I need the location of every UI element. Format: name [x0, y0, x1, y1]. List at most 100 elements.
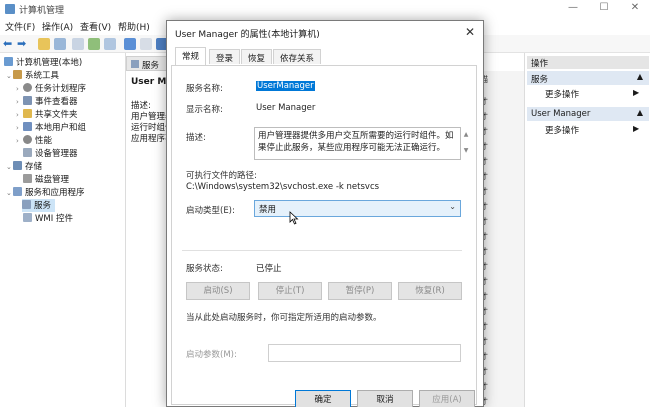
startup-type-select[interactable]: 禁用 ⌄ — [254, 200, 461, 217]
console-tree-icon[interactable] — [54, 38, 66, 50]
forward-icon[interactable]: ➡ — [17, 38, 29, 50]
tab-logon[interactable]: 登录 — [209, 49, 241, 64]
tree-item-services[interactable]: 服务 — [22, 199, 56, 212]
back-icon[interactable]: ⬅ — [3, 38, 15, 50]
dialog-tabs: 常规 登录 恢复 依存关系 — [171, 47, 471, 65]
tree-item-storage[interactable]: ⌄ 存储 — [6, 160, 42, 173]
ok-button[interactable]: 确定 — [295, 390, 351, 407]
chevron-down-icon[interactable]: ⌄ — [6, 163, 13, 171]
chevron-right-icon[interactable]: › — [16, 98, 23, 106]
shared-folder-icon — [23, 109, 32, 118]
computer-management-icon — [5, 4, 15, 14]
collapse-up-icon[interactable]: ▲ — [637, 72, 643, 81]
maximize-icon[interactable]: ☐ — [597, 2, 611, 14]
apply-button[interactable]: 应用(A) — [419, 390, 475, 407]
tools-icon — [13, 70, 22, 79]
actions-header: 操作 — [527, 56, 649, 69]
start-params-label: 启动参数(M): — [186, 350, 237, 360]
start-params-input[interactable] — [268, 344, 461, 362]
users-icon — [23, 122, 32, 131]
device-manager-icon — [23, 148, 32, 157]
tree-item-system-tools[interactable]: ⌄ 系统工具 — [6, 69, 59, 82]
tree-item-performance[interactable]: › 性能 — [16, 134, 52, 147]
description-scrollbar[interactable]: ▲ ▼ — [462, 127, 470, 160]
resume-button[interactable]: 恢复(R) — [398, 282, 462, 300]
performance-icon — [23, 135, 32, 144]
tree-item-services-apps[interactable]: ⌄ 服务和应用程序 — [6, 186, 85, 199]
service-status-value: 已停止 — [256, 264, 282, 274]
tab-dependencies[interactable]: 依存关系 — [273, 49, 322, 64]
menu-action[interactable]: 操作(A) — [42, 20, 73, 33]
export-icon[interactable] — [104, 38, 116, 50]
close-icon[interactable]: ✕ — [628, 2, 642, 14]
description-textbox[interactable]: 用户管理器提供多用户交互所需要的运行时组件。如果停止此服务，某些应用程序可能无法… — [254, 127, 461, 160]
tree-item-task-scheduler[interactable]: › 任务计划程序 — [16, 82, 86, 95]
cancel-button[interactable]: 取消 — [357, 390, 413, 407]
service-status-label: 服务状态: — [186, 264, 223, 274]
chevron-right-icon[interactable]: › — [16, 137, 23, 145]
path-label: 可执行文件的路径: — [186, 171, 257, 181]
display-name-value[interactable]: User Manager — [256, 103, 315, 113]
tree-item-device-manager[interactable]: 设备管理器 — [23, 147, 78, 160]
tree-root[interactable]: 计算机管理(本地) — [4, 56, 82, 69]
divider — [182, 250, 462, 251]
startup-type-label: 启动类型(E): — [186, 206, 235, 216]
services-icon — [22, 200, 31, 209]
folder-icon[interactable] — [38, 38, 50, 50]
computer-icon — [4, 57, 13, 66]
chevron-down-icon: ⌄ — [449, 202, 456, 211]
disk-icon — [23, 174, 32, 183]
description-label: 描述: — [186, 133, 206, 143]
menu-help[interactable]: 帮助(H) — [118, 20, 150, 33]
refresh-icon[interactable] — [88, 38, 100, 50]
stop-button[interactable]: 停止(T) — [258, 282, 322, 300]
service-name-label: 服务名称: — [186, 84, 223, 94]
window-titlebar: 计算机管理 — ☐ ✕ — [0, 0, 650, 18]
close-icon[interactable]: ✕ — [465, 25, 475, 39]
submenu-arrow-icon[interactable]: ▶ — [633, 124, 639, 133]
path-value: C:\Windows\system32\svchost.exe -k netsv… — [186, 182, 380, 192]
wmi-icon — [23, 213, 32, 222]
tab-general[interactable]: 常规 — [175, 47, 207, 65]
tree-item-shared-folders[interactable]: › 共享文件夹 — [16, 108, 78, 121]
service-name-value[interactable]: UserManager — [256, 81, 315, 91]
actions-pane: 操作 服务 ▲ 更多操作 ▶ User Manager ▲ 更多操作 ▶ — [524, 53, 650, 407]
menu-file[interactable]: 文件(F) — [5, 20, 35, 33]
dialog-title: User Manager 的属性(本地计算机) — [175, 30, 320, 40]
window-title: 计算机管理 — [19, 6, 65, 16]
properties-dialog: User Manager 的属性(本地计算机) ✕ 常规 登录 恢复 依存关系 … — [166, 20, 484, 407]
services-icon — [131, 60, 139, 68]
general-tab-panel: 服务名称: UserManager 显示名称: User Manager 描述:… — [171, 65, 477, 407]
chevron-down-icon[interactable]: ⌄ — [6, 72, 13, 80]
event-viewer-icon — [23, 96, 32, 105]
view-icon[interactable] — [140, 38, 152, 50]
tree-item-disk-management[interactable]: 磁盘管理 — [23, 173, 69, 186]
minimize-icon[interactable]: — — [566, 2, 580, 14]
more-actions-link[interactable]: 更多操作 — [545, 88, 579, 100]
chevron-right-icon[interactable]: › — [16, 111, 23, 119]
chevron-right-icon[interactable]: › — [16, 124, 23, 132]
collapse-up-icon[interactable]: ▲ — [637, 108, 643, 117]
tree-item-wmi[interactable]: WMI 控件 — [23, 212, 73, 225]
services-apps-icon — [13, 187, 22, 196]
chevron-right-icon[interactable]: › — [16, 85, 23, 93]
help-icon[interactable] — [124, 38, 136, 50]
tree-item-local-users[interactable]: › 本地用户和组 — [16, 121, 86, 134]
actions-group-user-manager[interactable]: User Manager ▲ — [527, 107, 649, 121]
display-name-label: 显示名称: — [186, 105, 223, 115]
start-button[interactable]: 启动(S) — [186, 282, 250, 300]
actions-group-services[interactable]: 服务 ▲ — [527, 71, 649, 85]
menu-view[interactable]: 查看(V) — [80, 20, 111, 33]
more-actions-link[interactable]: 更多操作 — [545, 124, 579, 136]
tree-item-event-viewer[interactable]: › 事件查看器 — [16, 95, 78, 108]
mouse-cursor-icon — [289, 211, 299, 228]
chevron-down-icon[interactable]: ⌄ — [6, 189, 13, 197]
pause-button[interactable]: 暂停(P) — [328, 282, 392, 300]
submenu-arrow-icon[interactable]: ▶ — [633, 88, 639, 97]
tab-recovery[interactable]: 恢复 — [241, 49, 273, 64]
clock-icon — [23, 83, 32, 92]
storage-icon — [13, 161, 22, 170]
start-params-hint: 当从此处启动服务时，你可指定所适用的启动参数。 — [186, 313, 382, 323]
properties-icon[interactable] — [72, 38, 84, 50]
console-tree: 计算机管理(本地) ⌄ 系统工具 › 任务计划程序 › 事件查看器 › 共享文件夹 › 本… — [0, 53, 126, 407]
